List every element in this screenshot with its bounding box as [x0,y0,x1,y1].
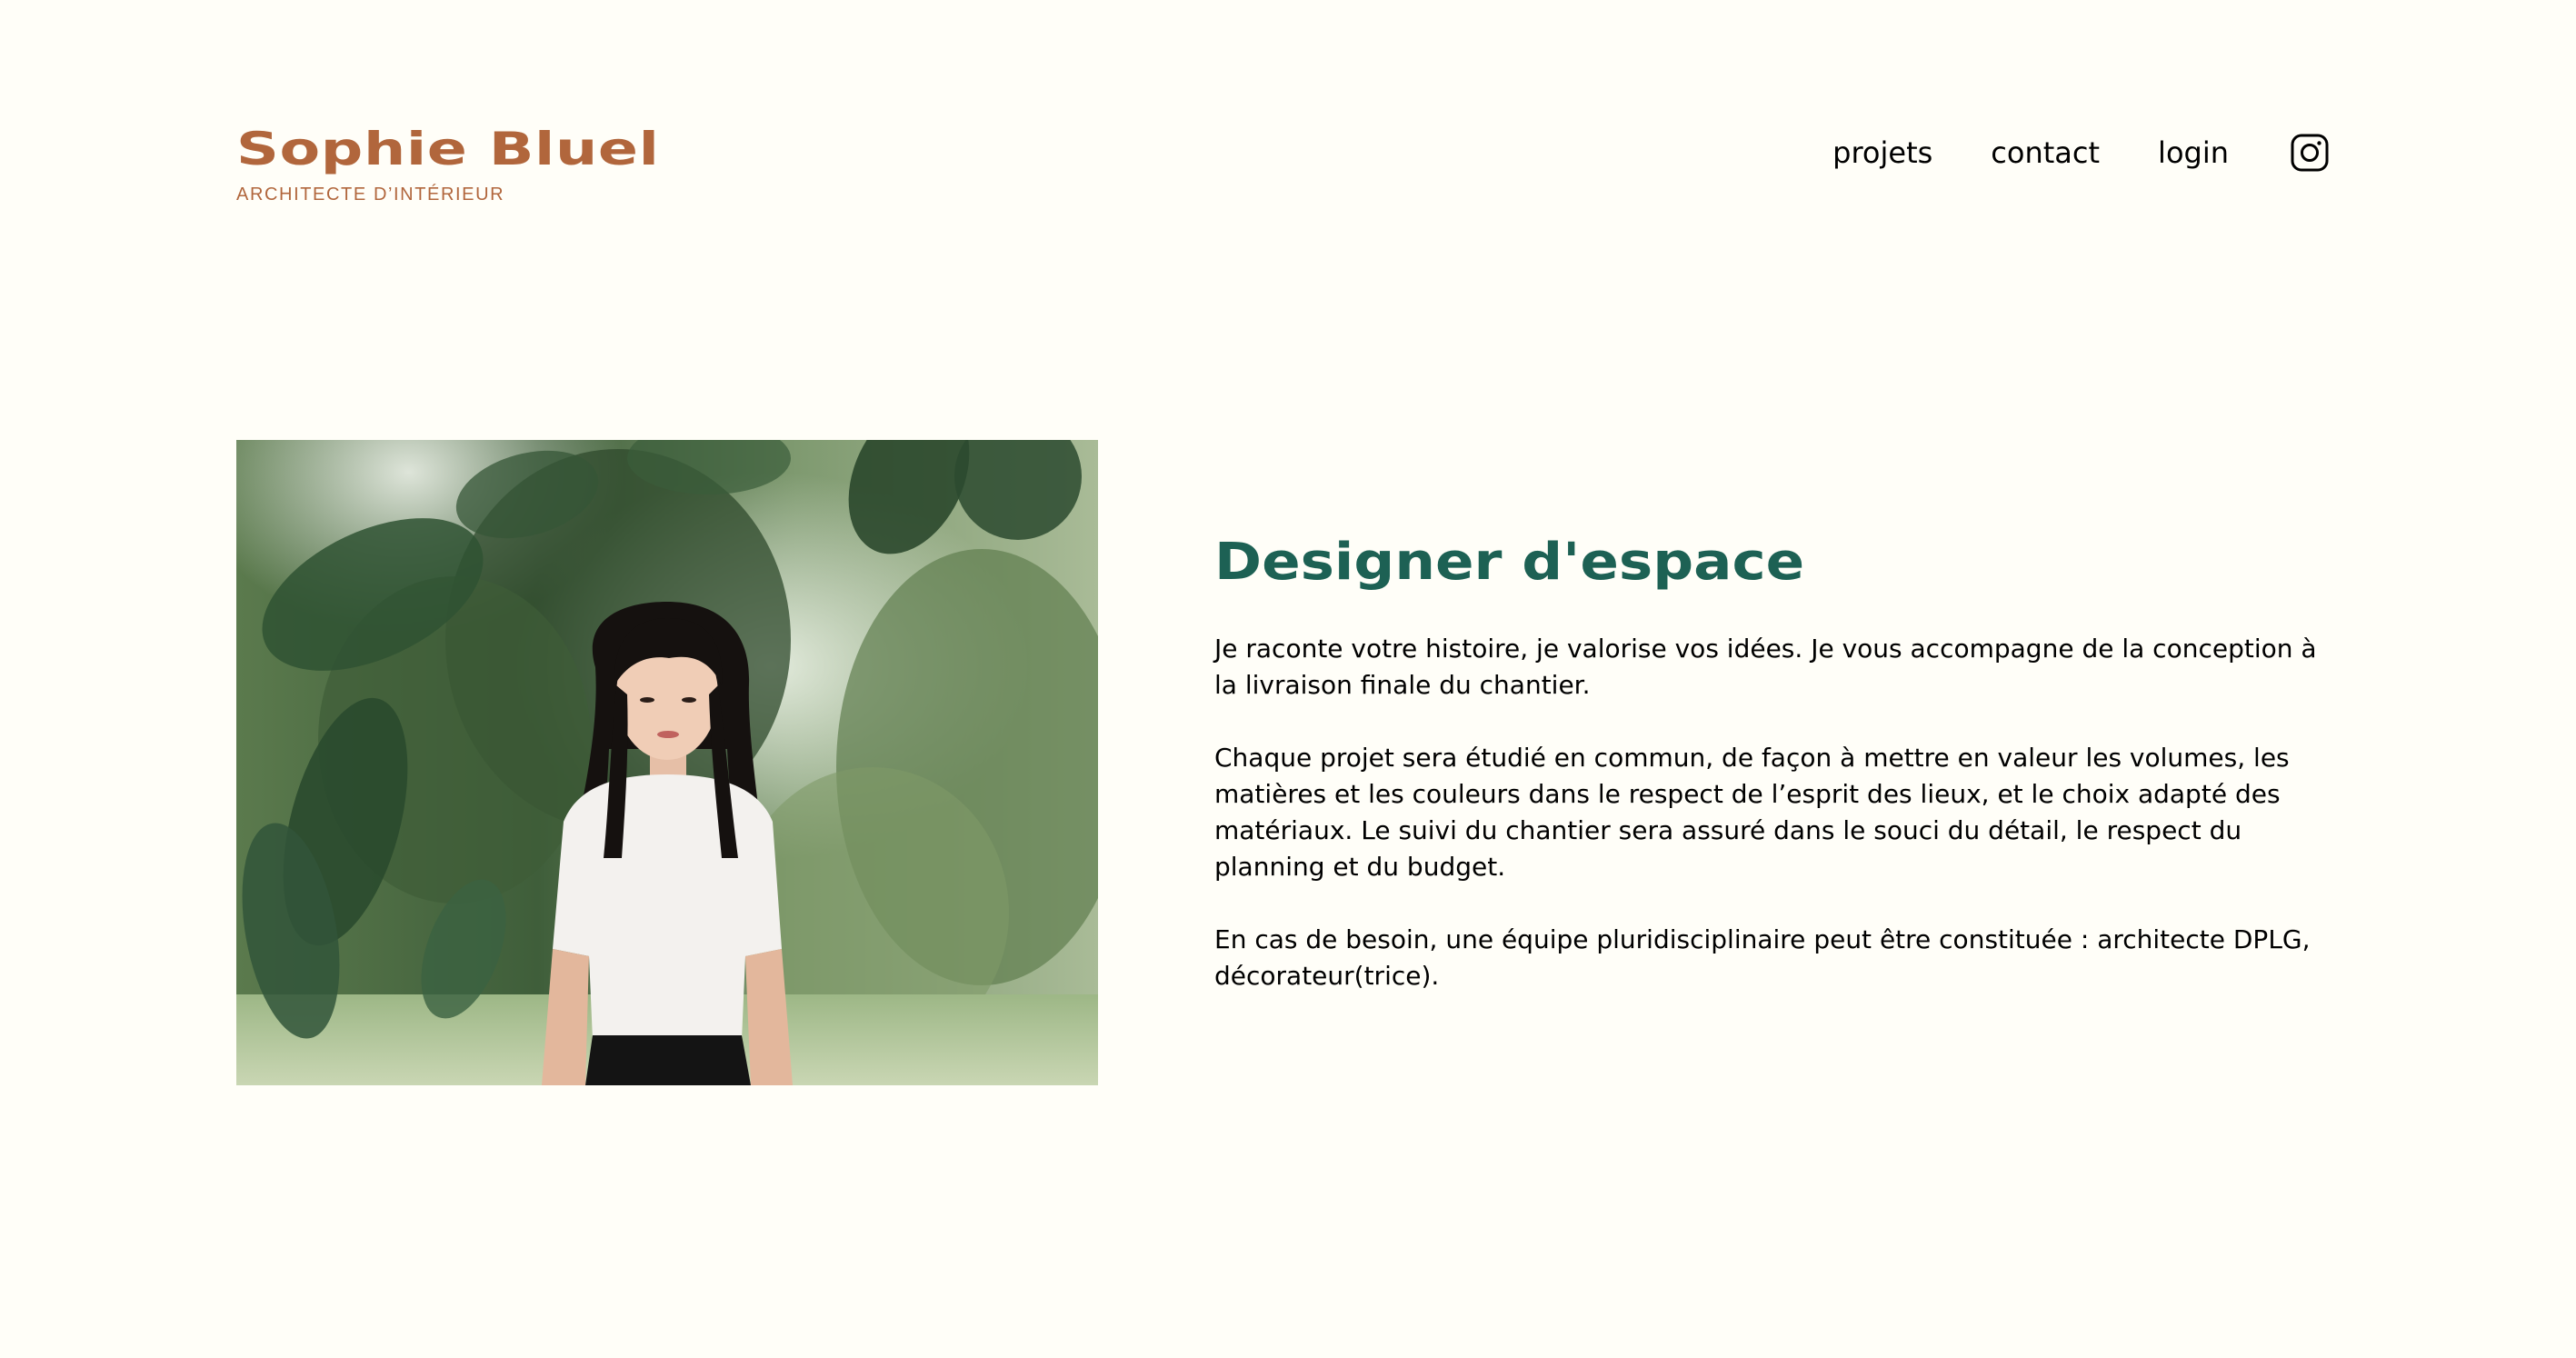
introduction-title: Designer d'espace [1214,533,1805,592]
introduction-paragraph-1: Je raconte votre histoire, je valorise v… [1214,634,2317,700]
logo-subtitle: ARCHITECTE D’INTÉRIEUR [236,185,505,205]
nav-link-projets[interactable]: projets [1832,135,1932,171]
introduction-paragraph-2: Chaque projet sera étudié en commun, de … [1214,743,2290,882]
introduction-section: Designer d'espace Je raconte votre histo… [236,440,2329,1087]
nav-link-contact[interactable]: contact [1991,135,2100,171]
logo[interactable]: Sophie Bluel ARCHITECTE D’INTÉRIEUR [236,124,659,205]
logo-title: Sophie Bluel [236,123,660,175]
instagram-icon[interactable] [2291,134,2329,172]
introduction-paragraph-3: En cas de besoin, une équipe pluridiscip… [1214,924,2311,991]
introduction-text: Designer d'espace Je raconte votre histo… [1214,531,2329,994]
site-header: Sophie Bluel ARCHITECTE D’INTÉRIEUR proj… [0,0,2576,236]
nav-link-login[interactable]: login [2158,135,2229,171]
main-nav: projets contact login [1832,127,2329,178]
portrait-photo [236,440,1098,1085]
